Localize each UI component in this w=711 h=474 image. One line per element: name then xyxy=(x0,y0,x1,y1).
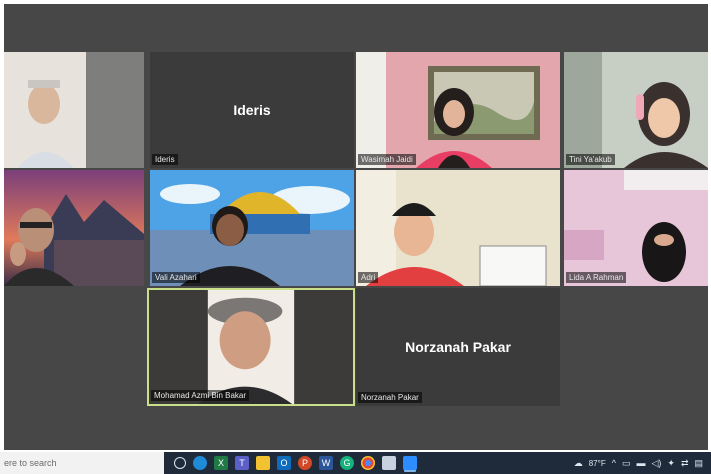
participant-name-label: Mohamad Azmi Bin Bakar xyxy=(151,390,250,401)
participant-display-name: Norzanah Pakar xyxy=(405,339,511,355)
temperature-readout[interactable]: 87°F xyxy=(589,459,606,468)
system-tray: ☁ 87°F ^ ▭ ▬ ◁) ✦ ⇄ ▤ xyxy=(574,458,711,469)
participant-video xyxy=(4,170,144,286)
zoom-icon[interactable] xyxy=(403,456,417,470)
notification-icon[interactable]: ▤ xyxy=(694,458,703,469)
participant-video xyxy=(356,170,560,286)
excel-icon[interactable]: X xyxy=(214,456,228,470)
participant-tile-vali-azahari[interactable]: Vali Azahari xyxy=(150,170,354,286)
onedrive-icon[interactable]: ▭ xyxy=(622,458,631,469)
participant-name-label: Norzanah Pakar xyxy=(358,392,422,403)
participant-tile-norzanah-pakar[interactable]: Norzanah Pakar Norzanah Pakar xyxy=(356,288,560,406)
participant-video xyxy=(4,52,144,168)
taskbar-search-box[interactable]: ere to search xyxy=(0,452,164,474)
participant-display-name: Ideris xyxy=(233,102,271,118)
mail-icon[interactable] xyxy=(382,456,396,470)
search-placeholder: ere to search xyxy=(4,458,57,468)
task-view-icon[interactable] xyxy=(174,457,186,469)
windows-taskbar: ere to search X T O P W G ☁ 87°F ^ ▭ ▬ ◁… xyxy=(0,452,711,474)
participant-name-label: Lida A Rahman xyxy=(566,272,627,283)
language-icon[interactable]: ⇄ xyxy=(681,458,689,469)
participant-tile-adri[interactable]: Adri xyxy=(356,170,560,286)
chrome-icon[interactable] xyxy=(361,456,375,470)
participant-tile-mohamad-azmi-bin-bakar[interactable]: Mohamad Azmi Bin Bakar xyxy=(147,288,355,406)
chevron-up-icon[interactable]: ^ xyxy=(612,458,616,468)
weather-icon[interactable]: ☁ xyxy=(574,458,583,469)
participant-video xyxy=(356,52,560,168)
participant-tile-wasimah-jaidi[interactable]: Wasimah Jaidi xyxy=(356,52,560,168)
zoom-gallery-view: Ideris Ideris Wasimah Jaidi Tini Ya'akub xyxy=(4,4,708,450)
participant-name-label: Adri xyxy=(358,272,379,283)
participant-tile-tini-yaakub[interactable]: Tini Ya'akub xyxy=(564,52,708,168)
participant-tile-1[interactable] xyxy=(4,52,144,168)
participant-tile-5[interactable] xyxy=(4,170,144,286)
outlook-icon[interactable]: O xyxy=(277,456,291,470)
participant-name-label: Wasimah Jaidi xyxy=(358,154,416,165)
participant-video xyxy=(149,290,353,404)
participant-video xyxy=(564,52,708,168)
file-explorer-icon[interactable] xyxy=(256,456,270,470)
grammarly-icon[interactable]: G xyxy=(340,456,354,470)
participant-name-label: Tini Ya'akub xyxy=(566,154,615,165)
volume-icon[interactable]: ◁) xyxy=(651,458,661,469)
participant-tile-ideris[interactable]: Ideris Ideris xyxy=(150,52,354,168)
teams-icon[interactable]: T xyxy=(235,456,249,470)
network-icon[interactable]: ▬ xyxy=(636,458,645,468)
participant-video xyxy=(564,170,708,286)
bluetooth-icon[interactable]: ✦ xyxy=(667,458,675,469)
participant-tile-lida-a-rahman[interactable]: Lida A Rahman xyxy=(564,170,708,286)
word-icon[interactable]: W xyxy=(319,456,333,470)
taskbar-app-icons: X T O P W G xyxy=(174,456,417,470)
participant-name-label: Vali Azahari xyxy=(152,272,200,283)
powerpoint-icon[interactable]: P xyxy=(298,456,312,470)
participant-video xyxy=(150,170,354,286)
edge-icon[interactable] xyxy=(193,456,207,470)
participant-name-label: Ideris xyxy=(152,154,178,165)
